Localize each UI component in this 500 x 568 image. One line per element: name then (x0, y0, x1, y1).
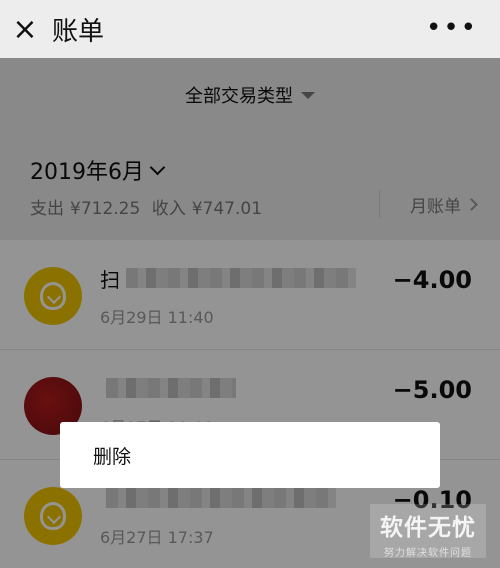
watermark-title: 软件无忧 (380, 515, 476, 541)
modal-overlay[interactable] (0, 58, 500, 568)
delete-menu-item[interactable]: 删除 (93, 442, 131, 469)
watermark-subtitle: 努力解决软件问题 (384, 548, 472, 559)
context-menu: 删除 (60, 422, 440, 488)
page-title: 账单 (52, 16, 105, 47)
watermark-logo: 软件无忧 努力解决软件问题 (370, 504, 486, 559)
more-options-icon[interactable]: ••• (426, 15, 478, 41)
top-bar: × 账单 ••• (0, 0, 500, 58)
close-icon[interactable]: × (0, 0, 50, 58)
